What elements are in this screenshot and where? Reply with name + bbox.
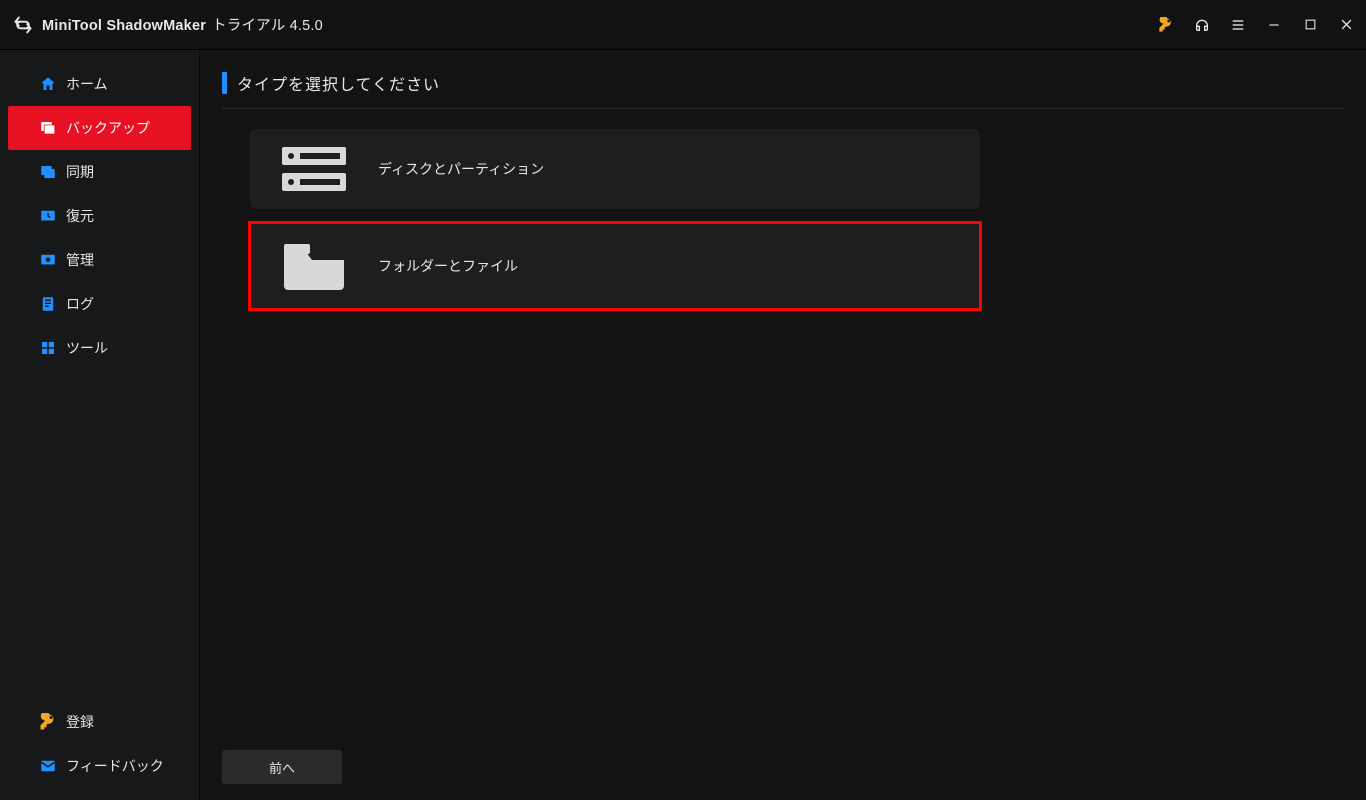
sidebar-item-restore[interactable]: 復元 (0, 194, 199, 238)
titlebar: MiniTool ShadowMaker トライアル 4.5.0 (0, 0, 1366, 50)
sidebar-item-label: 登録 (66, 712, 94, 732)
sidebar-item-label: ホーム (66, 74, 108, 94)
manage-icon (38, 250, 58, 270)
card-folders-files[interactable]: フォルダーとファイル (250, 223, 980, 309)
key-icon (38, 712, 58, 732)
sidebar-item-label: 管理 (66, 250, 94, 270)
sidebar-item-label: ツール (66, 338, 108, 358)
sidebar-item-label: ログ (66, 294, 94, 314)
section-accent (222, 72, 227, 94)
section-divider (222, 108, 1344, 109)
app-name: MiniTool ShadowMaker (42, 18, 206, 34)
app-logo-icon (12, 14, 34, 36)
window-maximize-button[interactable] (1300, 15, 1320, 35)
tools-icon (38, 338, 58, 358)
titlebar-headset-icon[interactable] (1192, 15, 1212, 35)
sidebar-item-sync[interactable]: 同期 (0, 150, 199, 194)
home-icon (38, 74, 58, 94)
mail-icon (38, 756, 58, 776)
sync-icon (38, 162, 58, 182)
sidebar-item-label: バックアップ (66, 118, 150, 138)
sidebar-item-manage[interactable]: 管理 (0, 238, 199, 282)
section-header: タイプを選択してください (222, 68, 1344, 98)
back-button[interactable]: 前へ (222, 750, 342, 784)
app-title: MiniTool ShadowMaker トライアル 4.5.0 (42, 14, 323, 35)
card-label: ディスクとパーティション (378, 159, 544, 179)
card-disk-partition[interactable]: ディスクとパーティション (250, 129, 980, 209)
sidebar-item-log[interactable]: ログ (0, 282, 199, 326)
back-button-label: 前へ (269, 758, 295, 777)
app-edition-version: トライアル 4.5.0 (212, 14, 323, 35)
sidebar-item-label: 復元 (66, 206, 94, 226)
sidebar-item-label: 同期 (66, 162, 94, 182)
window-close-button[interactable] (1336, 15, 1356, 35)
sidebar: ホーム バックアップ 同期 復元 管理 (0, 50, 200, 800)
sidebar-item-tools[interactable]: ツール (0, 326, 199, 370)
section-title: タイプを選択してください (237, 71, 440, 95)
disk-partition-icon (278, 141, 350, 197)
folder-icon (278, 238, 350, 294)
sidebar-item-home[interactable]: ホーム (0, 62, 199, 106)
main-panel: タイプを選択してください ディスクとパーティション (200, 50, 1366, 800)
titlebar-key-icon[interactable] (1156, 15, 1176, 35)
sidebar-item-label: フィードバック (66, 756, 164, 776)
sidebar-item-feedback[interactable]: フィードバック (0, 744, 199, 788)
backup-icon (38, 118, 58, 138)
card-label: フォルダーとファイル (378, 256, 518, 276)
sidebar-item-backup[interactable]: バックアップ (8, 106, 191, 150)
log-icon (38, 294, 58, 314)
restore-icon (38, 206, 58, 226)
sidebar-item-register[interactable]: 登録 (0, 700, 199, 744)
titlebar-menu-icon[interactable] (1228, 15, 1248, 35)
window-minimize-button[interactable] (1264, 15, 1284, 35)
